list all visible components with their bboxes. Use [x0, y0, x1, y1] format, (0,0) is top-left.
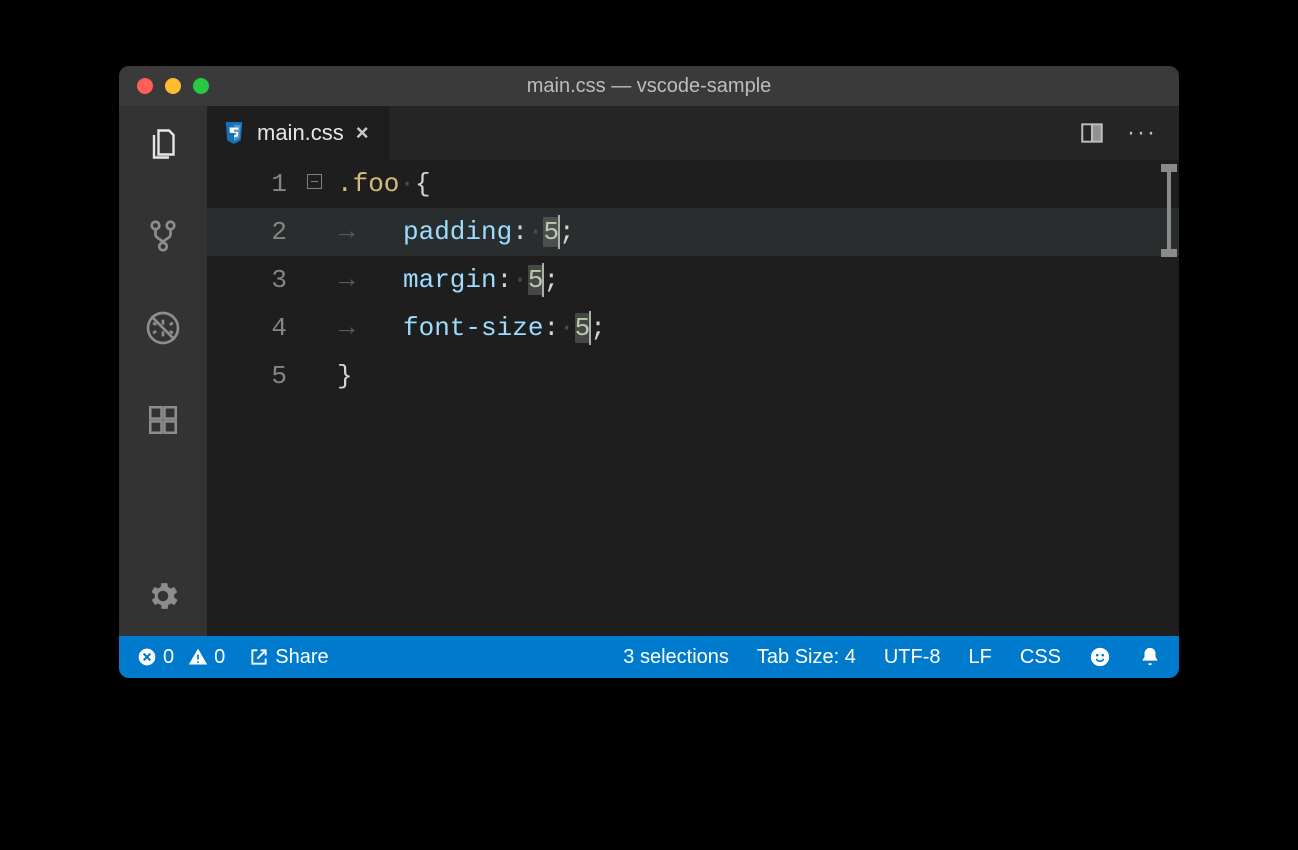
- brace-open: {: [415, 169, 431, 199]
- editor-actions: ···: [1079, 106, 1179, 160]
- window-close-button[interactable]: [137, 78, 153, 94]
- split-editor-icon[interactable]: [1079, 120, 1105, 146]
- tab-close-icon[interactable]: ×: [356, 120, 369, 146]
- indent-guide-icon: [337, 313, 403, 343]
- selector: .foo: [337, 169, 399, 199]
- status-language[interactable]: CSS: [1020, 646, 1061, 669]
- more-actions-icon[interactable]: ···: [1127, 119, 1157, 147]
- tab-bar: main.css × ···: [207, 106, 1179, 160]
- code-line[interactable]: 5 }: [207, 352, 1179, 400]
- code-line[interactable]: 2 padding:·5;: [207, 208, 1179, 256]
- status-eol[interactable]: LF: [969, 646, 992, 669]
- indent-guide-icon: [337, 265, 403, 295]
- code-line[interactable]: 1 .foo·{: [207, 160, 1179, 208]
- source-control-icon[interactable]: [143, 216, 183, 256]
- css-property: padding: [403, 217, 512, 247]
- tab-main-css[interactable]: main.css ×: [207, 106, 389, 160]
- status-warnings[interactable]: 0: [188, 646, 225, 669]
- notifications-bell-icon[interactable]: [1139, 646, 1161, 668]
- window-minimize-button[interactable]: [165, 78, 181, 94]
- title-bar: main.css — vscode-sample: [119, 66, 1179, 106]
- brace-close: }: [337, 361, 353, 391]
- status-share[interactable]: Share: [249, 646, 328, 669]
- editor-group: main.css × ··· 1: [207, 106, 1179, 636]
- css-value: 5: [575, 313, 591, 343]
- error-count: 0: [163, 646, 174, 669]
- line-number: 1: [207, 169, 307, 199]
- indent-guide-icon: [337, 217, 403, 247]
- css-file-icon: [223, 120, 245, 146]
- traffic-lights: [119, 78, 209, 94]
- feedback-smiley-icon[interactable]: [1089, 646, 1111, 668]
- code-line[interactable]: 3 margin:·5;: [207, 256, 1179, 304]
- status-tabsize[interactable]: Tab Size: 4: [757, 646, 856, 669]
- code-line[interactable]: 4 font-size:·5;: [207, 304, 1179, 352]
- share-label: Share: [275, 646, 328, 669]
- line-number: 3: [207, 265, 307, 295]
- css-value: 5: [543, 217, 559, 247]
- fold-toggle-icon[interactable]: [307, 174, 337, 195]
- app-body: main.css × ··· 1: [119, 106, 1179, 636]
- minimap[interactable]: [1161, 164, 1177, 274]
- code-editor[interactable]: 1 .foo·{ 2 padding:·5; 3: [207, 160, 1179, 636]
- settings-gear-icon[interactable]: [143, 576, 183, 616]
- status-selections[interactable]: 3 selections: [623, 646, 729, 669]
- activity-bar: [119, 106, 207, 636]
- line-number: 2: [207, 217, 307, 247]
- extensions-icon[interactable]: [143, 400, 183, 440]
- explorer-icon[interactable]: [143, 124, 183, 164]
- tab-filename: main.css: [257, 120, 344, 146]
- vscode-window: main.css — vscode-sample: [119, 66, 1179, 678]
- css-value: 5: [528, 265, 544, 295]
- window-maximize-button[interactable]: [193, 78, 209, 94]
- debug-icon[interactable]: [143, 308, 183, 348]
- line-number: 4: [207, 313, 307, 343]
- warning-count: 0: [214, 646, 225, 669]
- css-property: margin: [403, 265, 497, 295]
- status-bar: 0 0 Share 3 selections Tab Size: 4 UTF-8…: [119, 636, 1179, 678]
- status-encoding[interactable]: UTF-8: [884, 646, 941, 669]
- css-property: font-size: [403, 313, 543, 343]
- status-errors[interactable]: 0: [137, 646, 174, 669]
- window-title: main.css — vscode-sample: [119, 75, 1179, 98]
- line-number: 5: [207, 361, 307, 391]
